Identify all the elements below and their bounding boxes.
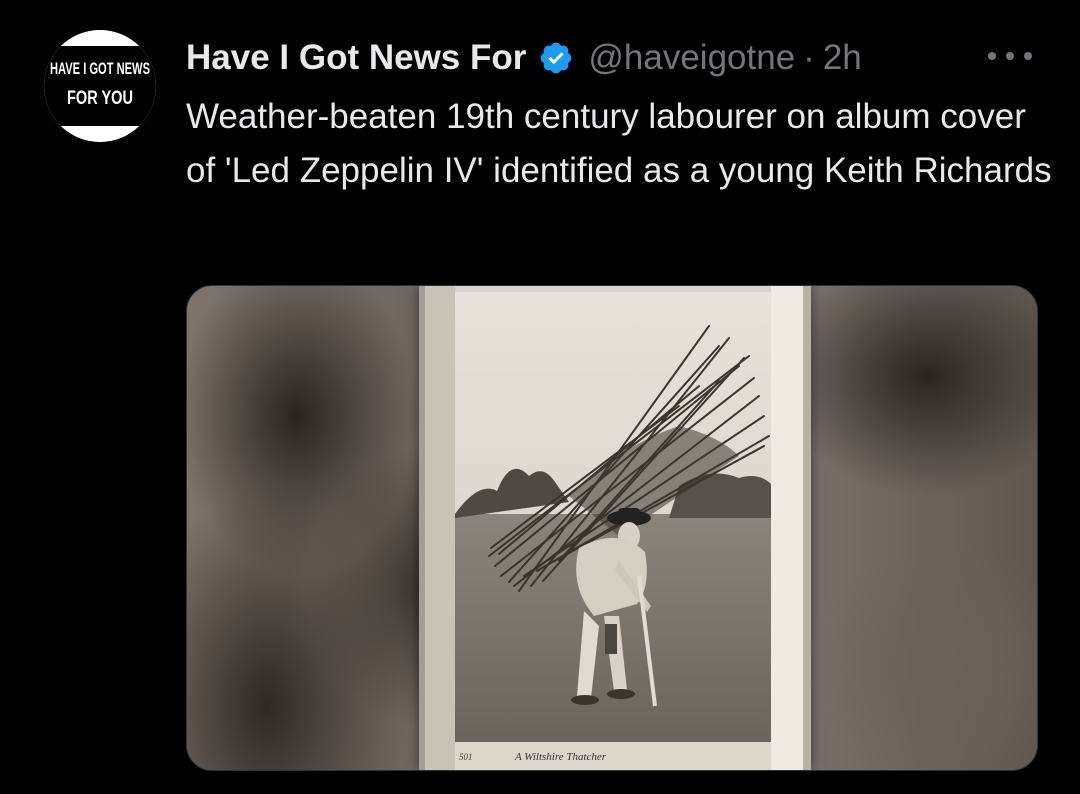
tweet-text: Weather-beaten 19th century labourer on … (186, 97, 1052, 190)
author-name[interactable]: Have I Got News For (186, 38, 526, 78)
tweet-header: Have I Got News For @haveigotne · 2h (186, 34, 862, 82)
profile-avatar[interactable]: HAVE I GOT NEWS FOR YOU (44, 30, 156, 142)
author-handle[interactable]: @haveigotne (588, 38, 795, 78)
media-photo[interactable]: 501 A Wiltshire Thatcher (419, 286, 811, 770)
avatar-logo: HAVE I GOT NEWS FOR YOU (44, 30, 156, 142)
tweet-time[interactable]: 2h (823, 38, 862, 78)
photo-caption: A Wiltshire Thatcher (514, 751, 607, 763)
separator-dot: · (803, 38, 815, 77)
avatar-text-line2: FOR YOU (67, 88, 133, 109)
photo-number: 501 (459, 752, 473, 762)
verified-badge-icon (541, 42, 572, 74)
more-dot (1006, 52, 1014, 60)
tweet-media[interactable]: 501 A Wiltshire Thatcher (186, 285, 1038, 771)
avatar-text-line1: HAVE I GOT NEWS (50, 59, 150, 78)
more-options-icon[interactable] (988, 44, 1032, 68)
more-dot (988, 52, 996, 60)
more-dot (1024, 52, 1032, 60)
thatcher-photograph: 501 A Wiltshire Thatcher (419, 286, 811, 770)
